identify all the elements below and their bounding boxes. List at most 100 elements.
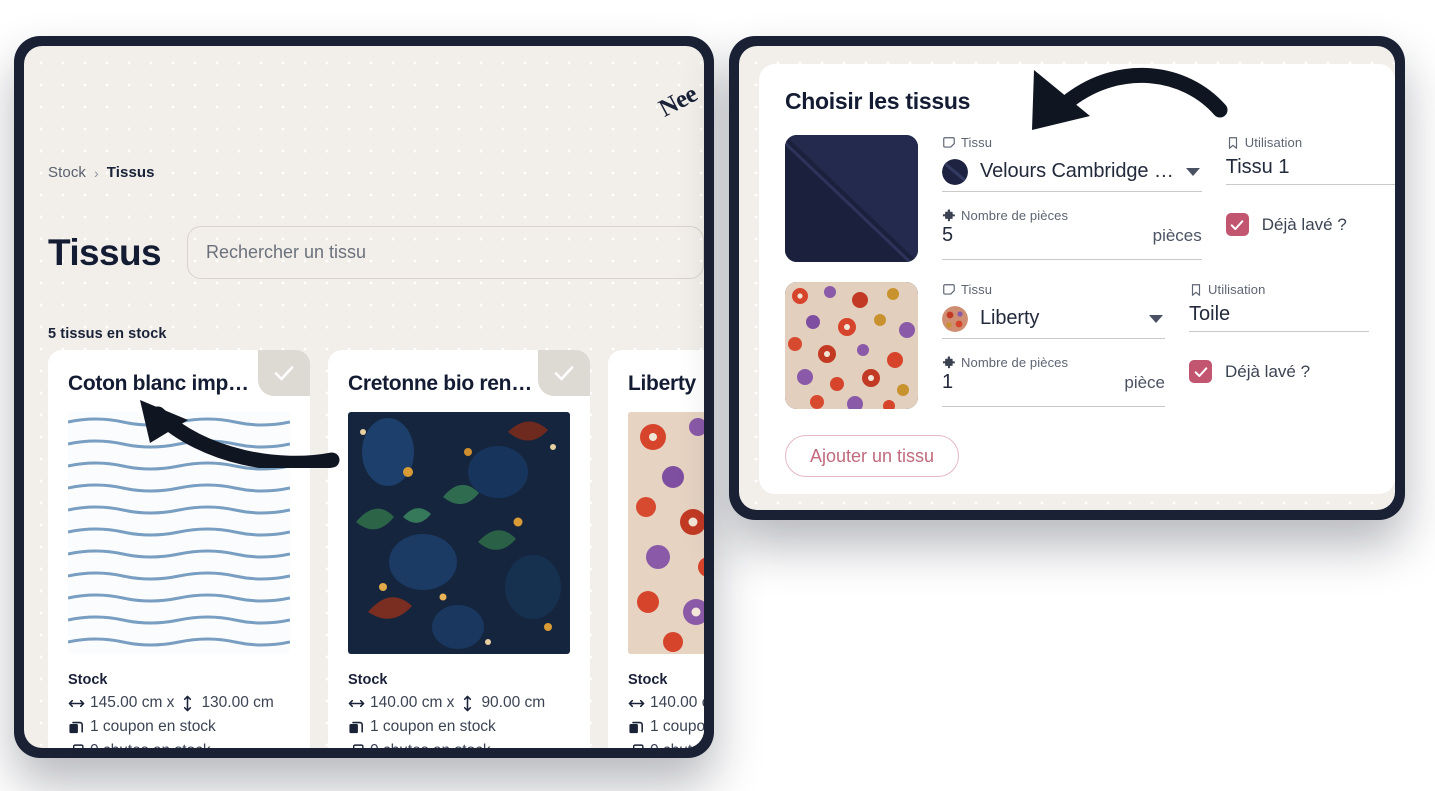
add-fabric-button[interactable]: Ajouter un tissu [785,435,960,477]
fabric-swatch-image [68,412,290,654]
dark-floral-forest-swatch [348,412,570,654]
stock-coupons-value: 1 coupon e [650,718,704,735]
coupon-stack-icon [348,719,365,736]
pieces-unit: pièce [1124,373,1165,392]
utilisation-value: Toile [1189,303,1231,325]
panel-title: Choisir les tissus [785,88,971,114]
pieces-unit: pièces [1152,226,1202,245]
stock-height-value: 90.00 cm [481,694,546,711]
utilisation-label: Utilisation [1189,282,1369,297]
pieces-field: Nombre de pièces 1 pièce [942,355,1165,407]
stock-dimensions: 145.00 cm x 130.00 cm [68,694,290,712]
fabric-option-swatch-icon [942,305,968,332]
stock-coupons-value: 1 coupon en stock [370,718,496,735]
fabric-select-label: Tissu [942,135,1202,150]
stock-coupons: 1 coupon en stock [68,718,290,736]
stock-width-value: 145.00 cm x [90,694,175,711]
choisir-les-tissus-screen: Choisir les tissus Tissu Velours Cambrid… [739,46,1395,510]
deja-lave-label: Déjà lavé ? [1261,214,1347,234]
fabric-card-title: Coton blanc imp… [68,372,249,395]
fabric-select-value: Liberty [980,307,1040,329]
screenshot-stage: Nee Stock › Tissus Tissus Rechercher un … [0,0,1435,791]
pieces-label-text: Nombre de pièces [961,355,1069,370]
fabric-selection-card: Choisir les tissus Tissu Velours Cambrid… [759,64,1395,494]
utilisation-column: Utilisation Tissu 1 Déjà lavé ? [1225,135,1395,262]
breadcrumb-separator-icon: › [94,164,99,181]
stock-coupons: 1 coupon e [628,718,704,736]
fabric-fields-column: Tissu Liberty Nombre de pièces 1 pièce [942,282,1165,409]
striped-blue-white-swatch [68,412,290,654]
fabric-swatch-image [628,412,704,654]
check-icon [1194,366,1207,377]
fabric-swatch-image [348,412,570,654]
search-input[interactable]: Rechercher un tissu [186,226,704,279]
stock-heading: Stock [68,672,108,688]
stock-width-value: 140.00 cm x [370,694,455,711]
stock-height-value: 130.00 cm [201,694,274,711]
fabric-select[interactable]: Liberty [942,299,1165,339]
utilisation-value: Tissu 1 [1225,156,1290,178]
deja-lave-label: Déjà lavé ? [1225,361,1311,381]
fabric-card[interactable]: Cretonne bio ren… Stock 140.00 cm x 90.0… [328,350,590,748]
deja-lave-checkbox-row[interactable]: Déjà lavé ? [1189,360,1369,383]
pieces-label: Nombre de pièces [942,355,1165,370]
coupon-stack-icon [628,719,645,736]
stock-heading: Stock [348,672,388,688]
coupon-stack-icon [68,719,85,736]
bookmark-icon [1191,283,1201,296]
stock-dimensions: 140.00 cm x 90.00 cm [348,694,570,712]
pieces-field: Nombre de pièces 5 pièces [942,208,1202,260]
check-icon [1230,219,1244,230]
width-arrow-icon [68,695,85,712]
utilisation-label-text: Utilisation [1244,135,1303,150]
fabric-card-title: Cretonne bio ren… [348,372,532,395]
breadcrumb: Stock › Tissus [48,164,155,181]
stock-chutes-value: 0 chutes en stock [370,742,491,748]
stock-heading: Stock [628,672,668,688]
fabric-thumbnail [785,135,918,262]
width-arrow-icon [348,695,365,712]
width-arrow-icon [628,695,645,712]
fabric-select-value: Velours Cambridge … [980,160,1174,182]
fabric-select-label: Tissu [942,282,1165,297]
fabric-select-field: Tissu Velours Cambridge … [942,135,1202,192]
height-arrow-icon [179,695,196,712]
search-placeholder: Rechercher un tissu [205,242,367,262]
stock-dimensions: 140.00 cm x [628,694,704,712]
chevron-down-icon[interactable] [1149,314,1163,323]
fabric-card[interactable]: Coton blanc imp… Stock 145.00 cm x 130.0… [48,350,310,748]
page-header-row: Tissus Rechercher un tissu [48,226,704,279]
puzzle-piece-icon [942,208,955,221]
deja-lave-checkbox[interactable] [1189,360,1212,383]
fabric-card[interactable]: Liberty Stock 140.00 1 coupo [608,350,704,748]
chutes-copy-icon [348,743,365,748]
pieces-label: Nombre de pièces [942,208,1202,223]
height-arrow-icon [459,695,476,712]
fabric-card-list: Coton blanc imp… Stock 145.00 cm x 130.0… [48,350,704,748]
pieces-input[interactable]: 5 pièces [942,224,1202,260]
utilisation-field: Utilisation Toile [1189,282,1369,332]
breadcrumb-item-tissus: Tissus [106,164,155,181]
utilisation-input[interactable]: Toile [1189,298,1369,332]
utilisation-input[interactable]: Tissu 1 [1225,151,1395,185]
chevron-down-icon[interactable] [1185,167,1200,176]
deja-lave-checkbox[interactable] [1225,213,1249,236]
stock-chutes-value: 0 chutes e [650,742,704,748]
velours-navy-thumbnail [785,135,918,262]
fabric-select-label-text: Tissu [961,135,993,150]
note-tag-icon [943,136,955,148]
pieces-input[interactable]: 1 pièce [942,371,1165,407]
stock-chutes: 0 chutes en stock [68,742,290,748]
stock-chutes: 0 chutes e [628,742,704,748]
breadcrumb-item-stock[interactable]: Stock [48,164,86,181]
fabric-selection-row: Tissu Velours Cambridge … Nombre de pièc… [785,135,1395,262]
deja-lave-checkbox-row[interactable]: Déjà lavé ? [1225,213,1395,236]
fabric-option-swatch-icon [942,158,968,185]
stock-width-value: 140.00 cm x [650,694,704,711]
stock-chutes: 0 chutes en stock [348,742,570,748]
left-window-frame: Nee Stock › Tissus Tissus Rechercher un … [14,36,714,758]
fabric-select[interactable]: Velours Cambridge … [942,152,1202,192]
pieces-value: 1 [942,371,954,393]
puzzle-piece-icon [942,355,955,368]
stock-coupons-value: 1 coupon en stock [90,718,216,735]
